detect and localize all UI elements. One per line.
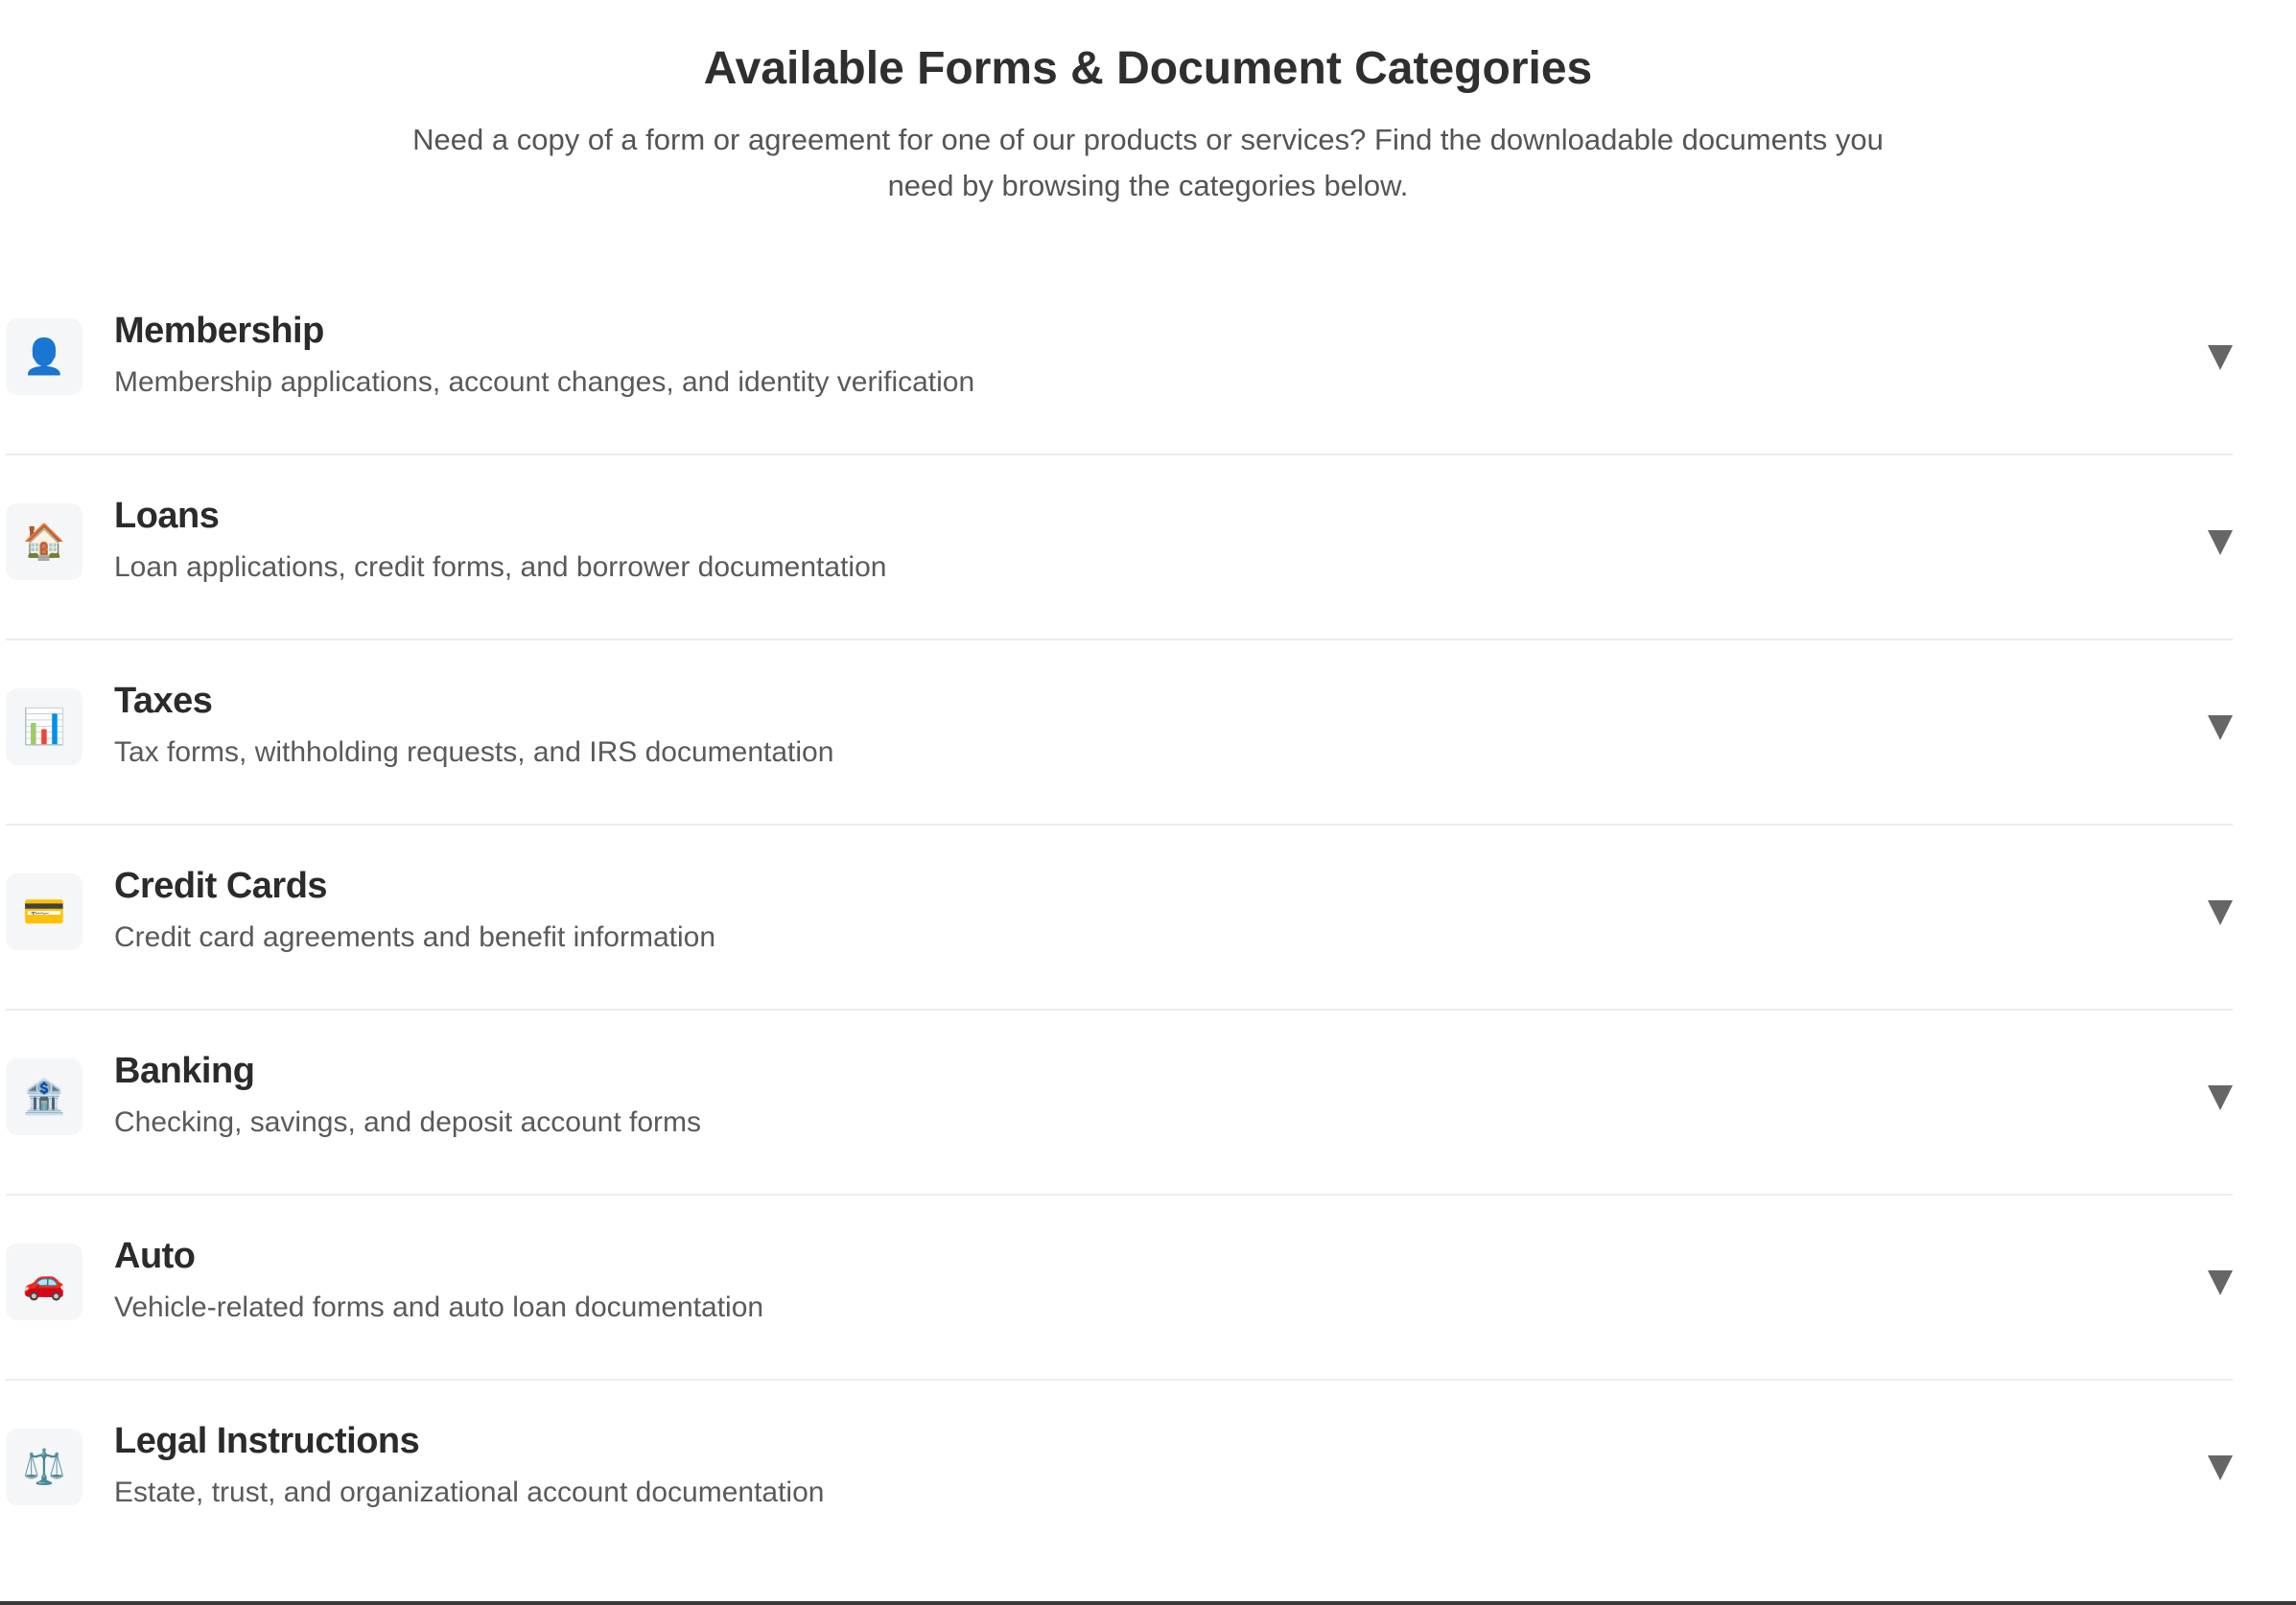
category-item-taxes[interactable]: 📊 Taxes Tax forms, withholding requests,… xyxy=(6,640,2233,826)
chevron-down-icon[interactable] xyxy=(2208,530,2233,555)
credit-card-icon: 💳 xyxy=(6,873,82,950)
page-header: Available Forms & Document Categories Ne… xyxy=(0,0,2296,209)
category-description: Estate, trust, and organizational accoun… xyxy=(114,1477,825,1508)
category-description: Tax forms, withholding requests, and IRS… xyxy=(114,736,834,768)
category-title: Auto xyxy=(114,1236,196,1276)
page-subtitle: Need a copy of a form or agreement for o… xyxy=(412,123,1884,202)
category-title: Membership xyxy=(114,311,324,351)
category-title: Legal Instructions xyxy=(114,1421,420,1461)
forms-page: Available Forms & Document Categories Ne… xyxy=(0,0,2296,1605)
category-title: Banking xyxy=(114,1051,255,1091)
category-description: Loan applications, credit forms, and bor… xyxy=(114,551,887,583)
car-icon: 🚗 xyxy=(6,1244,82,1320)
scales-icon: ⚖️ xyxy=(6,1429,82,1505)
chevron-down-icon[interactable] xyxy=(2208,1270,2233,1295)
chevron-down-icon[interactable] xyxy=(2208,900,2233,925)
category-item-credit-cards[interactable]: 💳 Credit Cards Credit card agreements an… xyxy=(6,826,2233,1011)
chevron-down-icon[interactable] xyxy=(2208,1455,2233,1480)
category-item-membership[interactable]: 👤 Membership Membership applications, ac… xyxy=(6,270,2233,455)
category-item-auto[interactable]: 🚗 Auto Vehicle-related forms and auto lo… xyxy=(6,1196,2233,1381)
person-silhouette-icon: 👤 xyxy=(6,318,82,395)
bottom-divider xyxy=(0,1601,2296,1605)
category-title: Loans xyxy=(114,496,220,536)
chevron-down-icon[interactable] xyxy=(2208,345,2233,370)
category-list: 👤 Membership Membership applications, ac… xyxy=(6,270,2233,1566)
category-item-legal-instructions[interactable]: ⚖️ Legal Instructions Estate, trust, and… xyxy=(6,1381,2233,1566)
category-item-banking[interactable]: 🏦 Banking Checking, savings, and deposit… xyxy=(6,1011,2233,1196)
category-title: Taxes xyxy=(114,681,213,721)
bar-chart-icon: 📊 xyxy=(6,688,82,765)
house-icon: 🏠 xyxy=(6,503,82,580)
category-description: Membership applications, account changes… xyxy=(114,366,975,398)
page-title: Available Forms & Document Categories xyxy=(703,43,1593,94)
bank-icon: 🏦 xyxy=(6,1058,82,1135)
category-title: Credit Cards xyxy=(114,866,328,906)
chevron-down-icon[interactable] xyxy=(2208,715,2233,740)
category-description: Vehicle-related forms and auto loan docu… xyxy=(114,1291,764,1323)
category-item-loans[interactable]: 🏠 Loans Loan applications, credit forms,… xyxy=(6,455,2233,640)
chevron-down-icon[interactable] xyxy=(2208,1085,2233,1110)
category-description: Credit card agreements and benefit infor… xyxy=(114,921,716,953)
category-description: Checking, savings, and deposit account f… xyxy=(114,1106,701,1138)
